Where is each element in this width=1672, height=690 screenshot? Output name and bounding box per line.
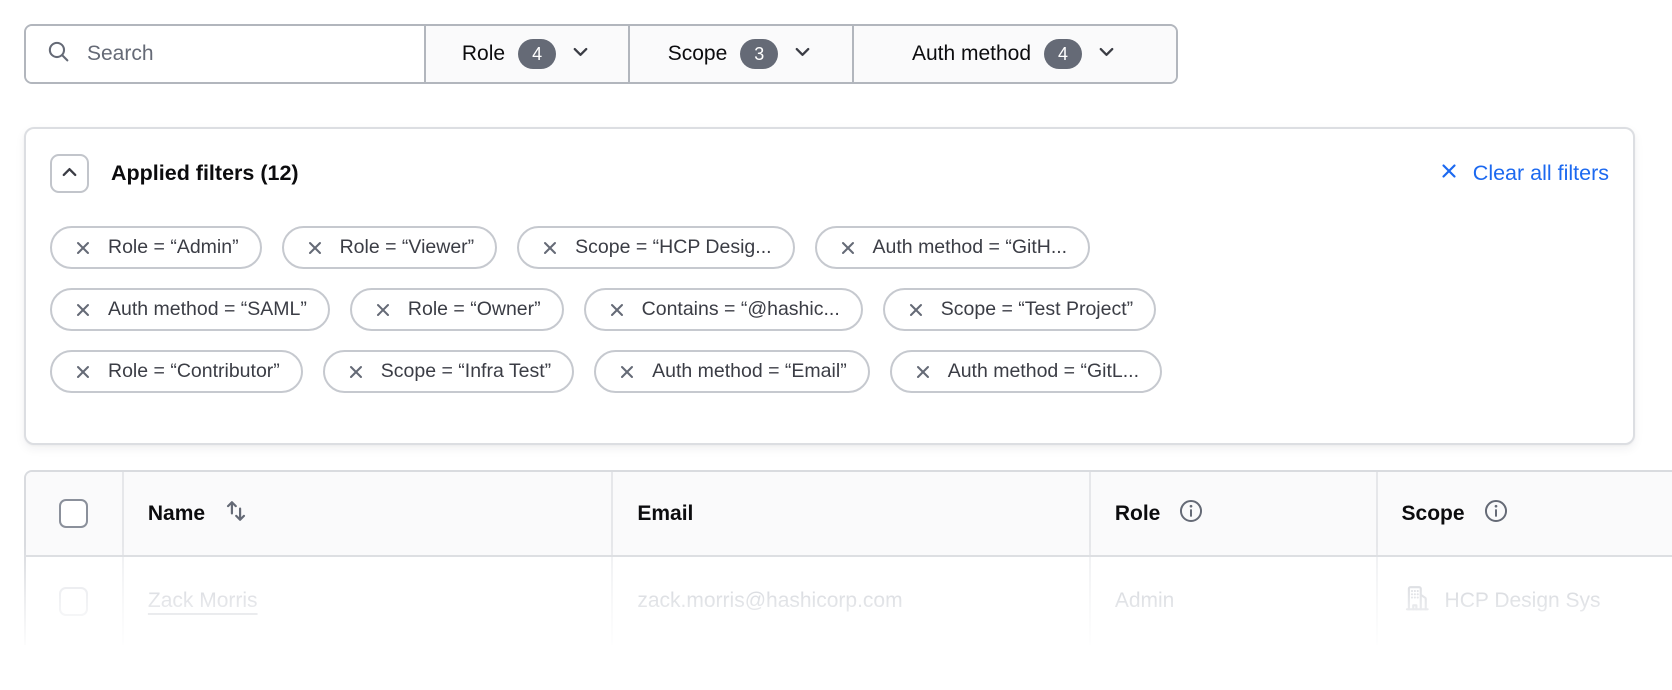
- dismiss-icon[interactable]: [373, 300, 393, 320]
- filter-chip: Auth method = “GitL...: [890, 350, 1162, 393]
- column-header-name-label: Name: [148, 502, 205, 526]
- chevron-up-icon: [58, 161, 81, 187]
- filter-chip-label: Auth method = “GitH...: [873, 236, 1068, 259]
- column-header-email: Email: [611, 472, 1088, 555]
- user-email: zack.morris@hashicorp.com: [637, 589, 902, 613]
- filter-chip: Scope = “Infra Test”: [323, 350, 574, 393]
- search-input[interactable]: [87, 42, 404, 66]
- filter-chip-label: Role = “Owner”: [408, 298, 541, 321]
- filter-chips: Role = “Admin” Role = “Viewer” Scope = “…: [50, 226, 1609, 393]
- table-header-row: Name Email Role Scope: [26, 472, 1672, 557]
- dismiss-icon[interactable]: [73, 362, 93, 382]
- applied-filters-title: Applied filters (12): [111, 161, 299, 186]
- filter-chip: Role = “Admin”: [50, 226, 262, 269]
- filter-chip: Scope = “Test Project”: [883, 288, 1156, 331]
- applied-filters-header: Applied filters (12) Clear all filters: [50, 154, 1609, 193]
- dismiss-icon[interactable]: [305, 238, 325, 258]
- role-filter-label: Role: [462, 42, 505, 66]
- filter-chip-label: Role = “Admin”: [108, 236, 239, 259]
- dismiss-icon[interactable]: [540, 238, 560, 258]
- column-header-name[interactable]: Name: [122, 472, 611, 555]
- dismiss-icon[interactable]: [906, 300, 926, 320]
- applied-filters-panel: Applied filters (12) Clear all filters R…: [24, 127, 1635, 445]
- column-header-role: Role: [1089, 472, 1376, 555]
- clear-all-filters-label: Clear all filters: [1473, 161, 1609, 186]
- column-header-scope: Scope: [1376, 472, 1672, 555]
- auth-method-filter-label: Auth method: [912, 42, 1031, 66]
- sort-arrows-icon: [222, 497, 250, 531]
- filter-chip-label: Auth method = “GitL...: [948, 360, 1139, 383]
- column-header-scope-label: Scope: [1402, 502, 1465, 526]
- filter-chip: Auth method = “GitH...: [815, 226, 1091, 269]
- users-table: Name Email Role Scope: [24, 470, 1672, 645]
- filter-chip: Auth method = “SAML”: [50, 288, 330, 331]
- filter-chip-label: Scope = “HCP Desig...: [575, 236, 771, 259]
- filter-chip: Scope = “HCP Desig...: [517, 226, 794, 269]
- filter-chip-label: Role = “Contributor”: [108, 360, 280, 383]
- filter-chip-label: Scope = “Test Project”: [941, 298, 1133, 321]
- table-row: Zack Morris zack.morris@hashicorp.com Ad…: [26, 557, 1672, 645]
- filter-toolbar: Role 4 Scope 3 Auth method 4: [24, 24, 1178, 84]
- dismiss-icon[interactable]: [346, 362, 366, 382]
- close-icon: [1438, 160, 1460, 188]
- chevron-down-icon: [1095, 40, 1118, 68]
- filter-chip-label: Auth method = “Email”: [652, 360, 847, 383]
- search-field: [26, 26, 424, 82]
- row-email-cell: zack.morris@hashicorp.com: [611, 557, 1088, 645]
- filter-chip: Contains = “@hashic...: [584, 288, 863, 331]
- clear-all-filters-button[interactable]: Clear all filters: [1438, 160, 1609, 188]
- scope-filter-dropdown[interactable]: Scope 3: [628, 26, 852, 82]
- column-header-email-label: Email: [637, 502, 693, 526]
- chip-row: Role = “Contributor” Scope = “Infra Test…: [50, 350, 1609, 393]
- user-name-link[interactable]: Zack Morris: [148, 589, 258, 613]
- row-scope-cell: HCP Design Sys: [1376, 557, 1672, 645]
- filter-chip: Auth method = “Email”: [594, 350, 870, 393]
- row-checkbox[interactable]: [59, 587, 88, 616]
- column-header-role-label: Role: [1115, 502, 1161, 526]
- collapse-filters-button[interactable]: [50, 154, 89, 193]
- dismiss-icon[interactable]: [838, 238, 858, 258]
- scope-filter-label: Scope: [668, 42, 728, 66]
- row-role-cell: Admin: [1089, 557, 1376, 645]
- user-role: Admin: [1115, 589, 1175, 613]
- filter-chip-label: Contains = “@hashic...: [642, 298, 840, 321]
- filter-chip: Role = “Owner”: [350, 288, 564, 331]
- select-all-cell: [26, 472, 122, 555]
- dismiss-icon[interactable]: [73, 238, 93, 258]
- dismiss-icon[interactable]: [73, 300, 93, 320]
- row-name-cell: Zack Morris: [122, 557, 611, 645]
- filter-chip-label: Scope = “Infra Test”: [381, 360, 551, 383]
- dismiss-icon[interactable]: [617, 362, 637, 382]
- dismiss-icon[interactable]: [607, 300, 627, 320]
- role-filter-count-badge: 4: [518, 39, 556, 69]
- filter-chip-label: Role = “Viewer”: [340, 236, 475, 259]
- auth-method-filter-count-badge: 4: [1044, 39, 1082, 69]
- chip-row: Role = “Admin” Role = “Viewer” Scope = “…: [50, 226, 1609, 269]
- chevron-down-icon: [791, 40, 814, 68]
- chip-row: Auth method = “SAML” Role = “Owner” Cont…: [50, 288, 1609, 331]
- filter-chip: Role = “Viewer”: [282, 226, 498, 269]
- dismiss-icon[interactable]: [913, 362, 933, 382]
- select-all-checkbox[interactable]: [59, 499, 88, 528]
- info-icon[interactable]: [1177, 497, 1205, 531]
- info-icon[interactable]: [1482, 497, 1510, 531]
- role-filter-dropdown[interactable]: Role 4: [424, 26, 628, 82]
- scope-filter-count-badge: 3: [740, 39, 778, 69]
- chevron-down-icon: [569, 40, 592, 68]
- row-select-cell: [26, 557, 122, 645]
- user-scope: HCP Design Sys: [1445, 589, 1601, 613]
- search-icon: [46, 39, 71, 69]
- filter-chip: Role = “Contributor”: [50, 350, 303, 393]
- filter-chip-label: Auth method = “SAML”: [108, 298, 307, 321]
- auth-method-filter-dropdown[interactable]: Auth method 4: [852, 26, 1176, 82]
- org-building-icon: [1402, 583, 1432, 619]
